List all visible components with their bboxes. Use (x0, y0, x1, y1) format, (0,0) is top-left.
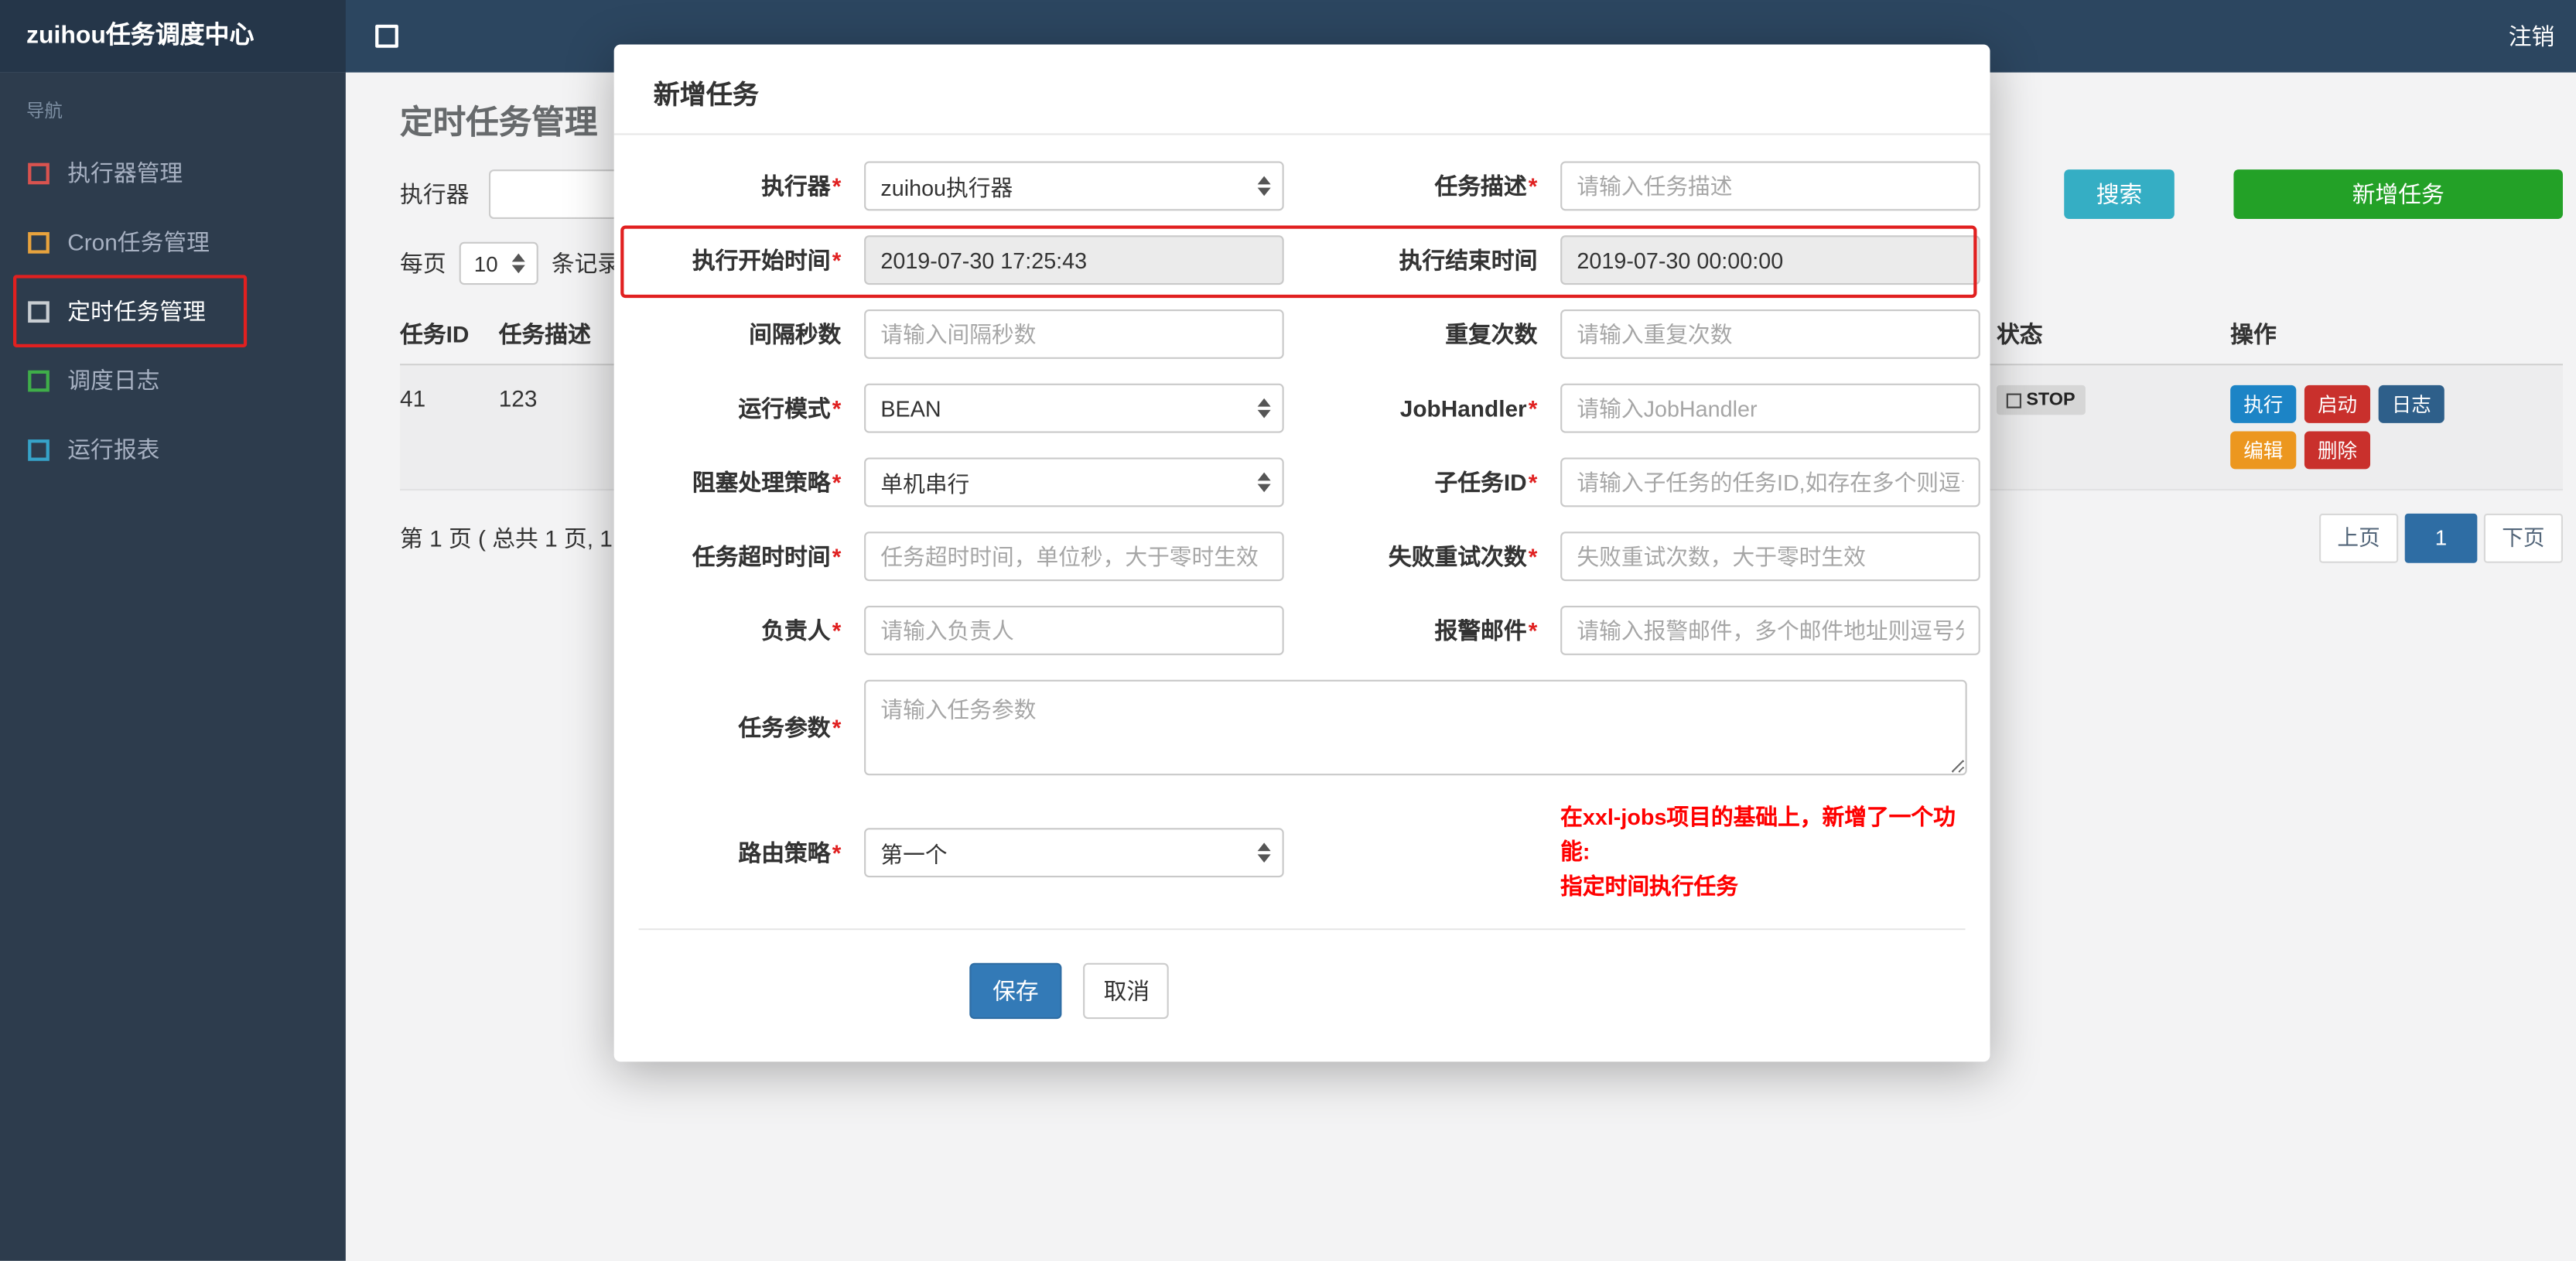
logout-link[interactable]: 注销 (2509, 20, 2576, 53)
executor-label: 执行器 * (761, 173, 842, 200)
timeout-label: 任务超时时间 * (692, 543, 842, 570)
select-arrows-icon (511, 253, 525, 274)
header-status: 状态 (1997, 320, 2043, 347)
sidebar-nav-label: 导航 (26, 101, 63, 122)
block-strategy-label: 阻塞处理策略 * (692, 469, 842, 496)
job-param-textarea[interactable] (864, 679, 1967, 776)
run-mode-select-value: BEAN (880, 395, 941, 421)
pagination-buttons: 上页 1 下页 (2319, 513, 2563, 563)
save-button[interactable]: 保存 (969, 962, 1062, 1020)
executor-select[interactable]: zuihou执行器 (864, 161, 1284, 211)
job-handler-label: JobHandler * (1399, 395, 1538, 422)
menu-square-icon (28, 300, 50, 322)
owner-label: 负责人 * (761, 617, 842, 644)
select-arrows-icon (1257, 842, 1271, 862)
executor-filter-label: 执行器 (400, 181, 470, 208)
select-arrows-icon (1257, 472, 1271, 493)
start-button[interactable]: 启动 (2304, 384, 2371, 423)
interval-input[interactable] (864, 309, 1284, 359)
feature-note: 在xxl-jobs项目的基础上，新增了一个功能: 指定时间执行任务 (1560, 805, 1956, 899)
page-1-button[interactable]: 1 (2404, 513, 2478, 563)
add-job-button[interactable]: 新增任务 (2233, 169, 2563, 219)
menu-square-icon (28, 162, 50, 184)
cell-status: STOP (1997, 384, 2230, 415)
sidebar: 导航 执行器管理 Cron任务管理 定时任务管理 调度日志 运行报表 (0, 72, 346, 1261)
per-page-value: 10 (473, 251, 498, 276)
job-handler-input[interactable] (1560, 383, 1980, 433)
menu-square-icon (28, 439, 50, 460)
sidebar-item-dispatch-log[interactable]: 调度日志 (0, 346, 346, 415)
child-job-id-label: 子任务ID * (1434, 469, 1538, 496)
delete-button[interactable]: 删除 (2304, 431, 2371, 470)
route-strategy-select[interactable]: 第一个 (864, 827, 1284, 877)
start-time-input[interactable] (864, 235, 1284, 285)
sidebar-item-cron-job-manage[interactable]: Cron任务管理 (0, 207, 346, 276)
job-desc-input[interactable] (1560, 161, 1980, 211)
select-arrows-icon (1257, 176, 1271, 196)
block-strategy-select[interactable]: 单机串行 (864, 457, 1284, 507)
pagination-summary: 第 1 页 ( 总共 1 页, 1 (400, 525, 613, 552)
sidebar-item-executor-manage[interactable]: 执行器管理 (0, 138, 346, 207)
status-badge: STOP (1997, 384, 2086, 415)
next-page-button[interactable]: 下页 (2483, 513, 2563, 563)
modal-title: 新增任务 (613, 44, 1990, 135)
cancel-button[interactable]: 取消 (1084, 962, 1170, 1020)
run-button[interactable]: 执行 (2230, 384, 2297, 423)
end-time-label: 执行结束时间 (1399, 247, 1538, 274)
status-text: STOP (2026, 390, 2075, 410)
cell-job-id: 41 (400, 384, 426, 412)
sidebar-item-label: 定时任务管理 (67, 298, 206, 325)
header-actions: 操作 (2230, 320, 2277, 347)
sidebar-item-run-report[interactable]: 运行报表 (0, 415, 346, 484)
menu-square-icon (28, 231, 50, 253)
add-job-modal: 新增任务 执行器* zuihou执行器 任务描述* 执行开始时间* 执行结束时间 (613, 44, 1990, 1062)
alarm-email-label: 报警邮件 * (1434, 617, 1538, 644)
interval-label: 间隔秒数 (749, 320, 842, 347)
per-page-label: 每页 (400, 250, 446, 277)
prev-page-button[interactable]: 上页 (2319, 513, 2399, 563)
cell-actions: 执行 启动 日志 编辑 删除 (2230, 384, 2563, 470)
owner-input[interactable] (864, 606, 1284, 655)
route-strategy-label: 路由策略 * (738, 839, 842, 866)
sidebar-item-label: Cron任务管理 (67, 228, 210, 255)
app-brand: zuihou任务调度中心 (0, 0, 346, 73)
retry-count-input[interactable] (1560, 531, 1980, 582)
menu-square-icon (28, 369, 50, 391)
select-arrows-icon (1257, 398, 1271, 419)
route-strategy-select-value: 第一个 (880, 842, 948, 867)
stop-status-icon (2006, 392, 2021, 408)
sidebar-item-label: 运行报表 (67, 436, 160, 463)
sidebar-item-label: 调度日志 (67, 367, 160, 394)
timeout-input[interactable] (864, 531, 1284, 582)
edit-button[interactable]: 编辑 (2230, 431, 2297, 470)
modal-footer: 保存 取消 (614, 930, 1990, 1020)
header-job-id: 任务ID (400, 320, 470, 347)
app-root: zuihou任务调度中心 注销 导航 执行器管理 Cron任务管理 定时任务管理… (0, 0, 2576, 1261)
block-strategy-select-value: 单机串行 (880, 472, 970, 497)
end-time-input[interactable] (1560, 235, 1980, 285)
run-mode-select[interactable]: BEAN (864, 383, 1284, 433)
search-button[interactable]: 搜索 (2064, 169, 2175, 219)
job-desc-label: 任务描述 * (1434, 173, 1538, 200)
job-param-label: 任务参数 * (738, 714, 842, 741)
per-page-suffix: 条记录 (551, 250, 621, 277)
child-job-id-input[interactable] (1560, 457, 1980, 507)
repeat-label: 重复次数 (1445, 320, 1538, 347)
run-mode-label: 运行模式 * (738, 395, 842, 422)
collapse-menu-icon[interactable] (375, 24, 398, 48)
start-time-label: 执行开始时间 * (692, 247, 842, 274)
alarm-email-input[interactable] (1560, 606, 1980, 655)
log-button[interactable]: 日志 (2378, 384, 2444, 423)
retry-count-label: 失败重试次数 * (1388, 543, 1538, 570)
per-page-select[interactable]: 10 (459, 241, 538, 285)
sidebar-item-timed-job-manage[interactable]: 定时任务管理 (0, 276, 346, 345)
sidebar-item-label: 执行器管理 (67, 159, 183, 186)
executor-select-value: zuihou执行器 (880, 176, 1013, 201)
repeat-input[interactable] (1560, 309, 1980, 359)
modal-body: 执行器* zuihou执行器 任务描述* 执行开始时间* 执行结束时间 间隔秒数 (614, 135, 1990, 904)
